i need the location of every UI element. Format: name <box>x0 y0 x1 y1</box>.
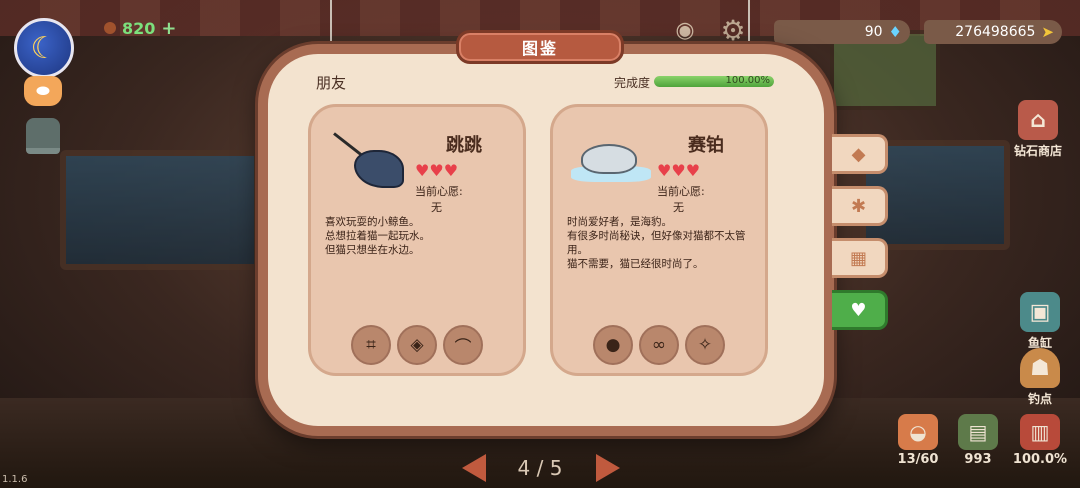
previous-page-button[interactable] <box>462 454 486 482</box>
page-indicator: 4 / 5 <box>517 456 563 480</box>
affection-hearts-icon: ♥♥♥ <box>657 161 701 180</box>
friend-name: 跳跳 <box>446 135 482 156</box>
diamond-shop-label: 钻石商店 <box>1013 144 1062 158</box>
basket-button[interactable]: ◒ 13/60 <box>888 414 948 467</box>
next-page-button[interactable] <box>596 454 620 482</box>
description-line: 总想拉着猫一起玩水。 <box>325 230 430 242</box>
wish-label: 当前心愿: <box>415 185 463 198</box>
coin-counter: 820 + <box>104 18 177 39</box>
collection-percent: 100.0% <box>1012 452 1068 467</box>
shop-icon: ⌂ <box>1018 100 1058 140</box>
backpack-icon: ▤ <box>958 414 998 450</box>
fish-tank-icon: ▣ <box>1020 292 1060 332</box>
friend-description: 时尚爱好者，是海豹。 有很多时尚秘诀，但好像对猫都不太管 用。 猫不需要，猫已经… <box>567 215 759 271</box>
diamond-shop-button[interactable]: ⌂ 钻石商店 <box>1006 100 1070 159</box>
window-left <box>60 150 260 270</box>
gear-icon[interactable]: ⚙ <box>716 14 750 48</box>
description-line: 喜欢玩耍的小鲸鱼。 <box>325 216 420 228</box>
collection-book-button[interactable]: ▥ 100.0% <box>1010 414 1070 467</box>
fish-currency-value: 276498665 <box>955 24 1036 40</box>
seal-portrait <box>567 123 655 197</box>
fish-coin-icon: ➤ <box>1041 23 1054 41</box>
friend-card[interactable]: 跳跳 ♥♥♥ 当前心愿: 无 喜欢玩耍的小鲸鱼。 总想拉着猫一起玩水。 但猫只想… <box>308 104 526 376</box>
fish-currency-counter[interactable]: 276498665 ➤ <box>924 20 1062 44</box>
sunglasses-icon[interactable]: ∞ <box>639 325 679 365</box>
wish-value: 无 <box>431 201 442 214</box>
description-line: 有很多时尚秘诀，但好像对猫都不太管 <box>567 230 746 242</box>
fish-tab-icon[interactable]: ◆ <box>832 134 888 174</box>
hammock-icon[interactable]: ⌒ <box>443 325 483 365</box>
panel-title: 图鉴 <box>456 30 624 64</box>
version-label: 1.1.6 <box>2 474 28 485</box>
description-line: 时尚爱好者，是海豹。 <box>567 216 672 228</box>
gift-items: ● ∞ ✧ <box>553 325 765 365</box>
cat-icon[interactable]: ⬬ <box>24 76 62 106</box>
fishing-spot-label: 钓点 <box>1027 392 1052 406</box>
add-coins-button[interactable]: + <box>161 18 176 39</box>
gem-counter[interactable]: 90 ♦ <box>774 20 910 44</box>
mirror-icon[interactable]: ◈ <box>397 325 437 365</box>
friend-card[interactable]: 赛铂 ♥♥♥ 当前心愿: 无 时尚爱好者，是海豹。 有很多时尚秘诀，但好像对猫都… <box>550 104 768 376</box>
hat-icon[interactable] <box>26 118 60 154</box>
friend-name: 赛铂 <box>688 135 724 156</box>
wish-label: 当前心愿: <box>657 185 705 198</box>
backpack-button[interactable]: ▤ 993 <box>948 414 1008 467</box>
moon-avatar-icon[interactable]: ☾ <box>14 18 74 78</box>
narwhal-portrait <box>325 123 413 197</box>
friend-description: 喜欢玩耍的小鲸鱼。 总想拉着猫一起玩水。 但猫只想坐在水边。 <box>325 215 517 257</box>
gift-items: ⌗ ◈ ⌒ <box>311 325 523 365</box>
wish-value: 无 <box>673 201 684 214</box>
gem-icon: ♦ <box>888 23 902 41</box>
coin-value: 820 <box>122 18 156 38</box>
fish-skeleton-tab-icon[interactable]: ✱ <box>832 186 888 226</box>
friend-tab-icon[interactable]: ♥ <box>832 290 888 330</box>
net-icon[interactable]: ⌗ <box>351 325 391 365</box>
fish-tank-button[interactable]: ▣ 鱼缸 <box>1008 292 1072 351</box>
basket-icon: ◒ <box>898 414 938 450</box>
category-label: 朋友 <box>316 74 347 92</box>
affection-hearts-icon: ♥♥♥ <box>415 161 459 180</box>
coin-icon <box>104 22 116 34</box>
fishing-spot-button[interactable]: ☗ 钓点 <box>1008 348 1072 407</box>
book-icon: ▥ <box>1020 414 1060 450</box>
backpack-count: 993 <box>964 452 992 467</box>
gem-value: 90 <box>864 24 883 40</box>
charm-icon[interactable]: ✧ <box>685 325 725 365</box>
fishing-spot-icon: ☗ <box>1020 348 1060 388</box>
description-line: 但猫只想坐在水边。 <box>325 244 420 256</box>
eye-icon[interactable]: ◉ <box>668 16 702 46</box>
completion-label: 完成度 <box>614 76 651 90</box>
completion-percent: 100.00% <box>725 75 771 86</box>
description-line: 猫不需要，猫已经很时尚了。 <box>567 258 704 270</box>
seal-icon[interactable]: ● <box>593 325 633 365</box>
basket-count: 13/60 <box>897 452 939 467</box>
boxes-tab-icon[interactable]: ▦ <box>832 238 888 278</box>
description-line: 用。 <box>567 244 588 256</box>
